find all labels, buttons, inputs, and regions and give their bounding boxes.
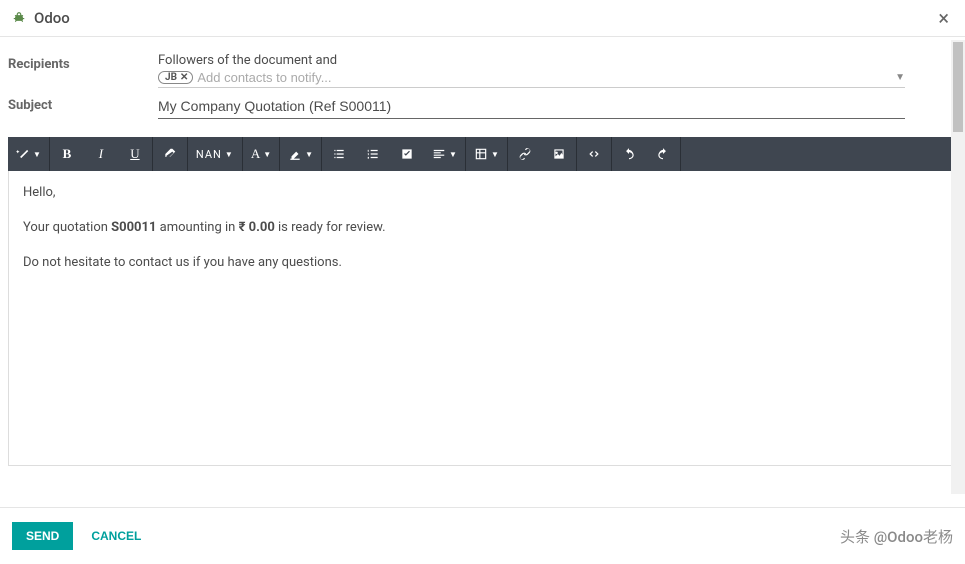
- subject-row: Subject: [8, 94, 959, 119]
- highlight-button[interactable]: ▼: [280, 137, 321, 171]
- watermark-text: 头条 @Odoo老杨: [840, 526, 953, 547]
- scrollbar[interactable]: [951, 40, 965, 494]
- tag-remove-icon[interactable]: ✕: [180, 72, 188, 83]
- undo-button[interactable]: [612, 137, 646, 171]
- subject-label: Subject: [8, 94, 158, 113]
- font-color-button[interactable]: A▼: [243, 137, 279, 171]
- dialog-title: Odoo: [34, 9, 934, 27]
- tag-label: JB: [165, 72, 177, 83]
- bold-button[interactable]: B: [50, 137, 84, 171]
- ordered-list-button[interactable]: [356, 137, 390, 171]
- add-contacts-input[interactable]: [197, 70, 905, 85]
- editor-toolbar: ▼ B I U NAN▼ A▼ ▼ ▼: [8, 137, 959, 171]
- body-quotation-line: Your quotation S00011 amounting in ₹ 0.0…: [23, 218, 944, 239]
- image-button[interactable]: [542, 137, 576, 171]
- cancel-button[interactable]: CANCEL: [91, 529, 141, 543]
- redo-button[interactable]: [646, 137, 680, 171]
- checklist-button[interactable]: [390, 137, 424, 171]
- close-icon[interactable]: ×: [934, 8, 953, 28]
- recipients-row: Recipients Followers of the document and…: [8, 53, 959, 88]
- link-button[interactable]: [508, 137, 542, 171]
- align-button[interactable]: ▼: [424, 137, 465, 171]
- recipients-label: Recipients: [8, 53, 158, 72]
- odoo-bug-icon: [12, 11, 26, 25]
- code-view-button[interactable]: [577, 137, 611, 171]
- underline-button[interactable]: U: [118, 137, 152, 171]
- recipient-tag[interactable]: JB ✕: [158, 71, 193, 84]
- editor: ▼ B I U NAN▼ A▼ ▼ ▼: [8, 137, 959, 466]
- table-button[interactable]: ▼: [466, 137, 507, 171]
- unordered-list-button[interactable]: [322, 137, 356, 171]
- editor-content[interactable]: Hello, Your quotation S00011 amounting i…: [8, 171, 959, 466]
- send-button[interactable]: SEND: [12, 522, 73, 550]
- magic-wand-button[interactable]: ▼: [8, 137, 49, 171]
- eraser-button[interactable]: [153, 137, 187, 171]
- body-greeting: Hello,: [23, 183, 944, 204]
- recipients-input-row[interactable]: JB ✕ ▼: [158, 70, 905, 88]
- dialog-header: Odoo ×: [0, 0, 965, 37]
- followers-text: Followers of the document and: [158, 53, 905, 68]
- font-size-button[interactable]: NAN▼: [188, 137, 242, 171]
- body-contact-line: Do not hesitate to contact us if you hav…: [23, 253, 944, 274]
- italic-button[interactable]: I: [84, 137, 118, 171]
- dropdown-caret-icon[interactable]: ▼: [895, 72, 905, 83]
- dialog-footer: SEND CANCEL 头条 @Odoo老杨: [0, 507, 965, 564]
- subject-input[interactable]: [158, 94, 905, 119]
